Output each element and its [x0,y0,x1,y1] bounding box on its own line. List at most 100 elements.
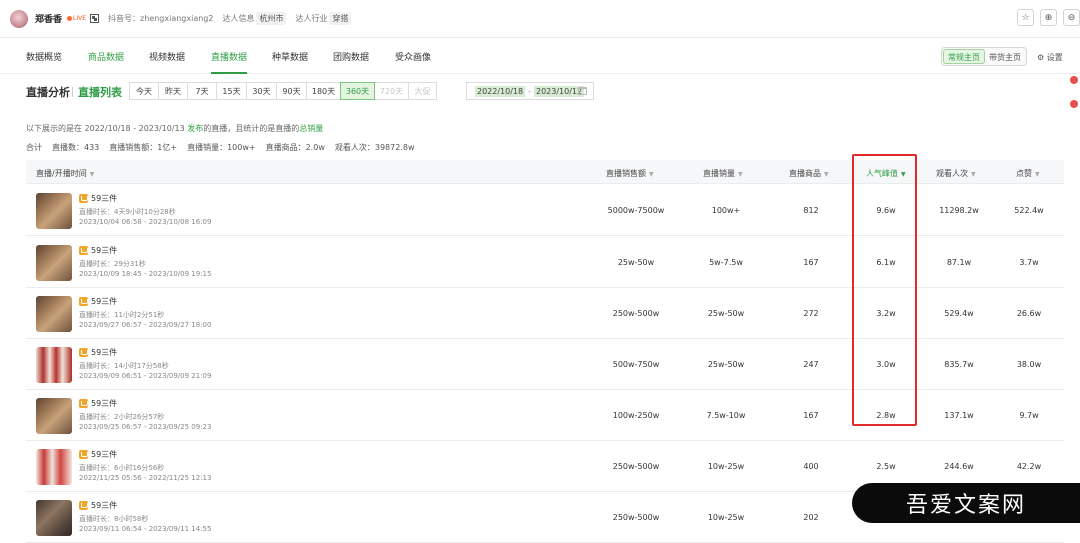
cell-viewers: 529.4w [944,309,974,318]
cell-volume: 100w+ [711,206,741,215]
sort-caret-icon: ▼ [89,171,95,178]
range-promo[interactable]: 大促 [408,82,437,100]
live-thumbnail[interactable] [36,500,72,536]
goods-label: 59三件 [79,193,117,204]
toggle-regular[interactable]: 常规主页 [943,49,985,64]
live-time: 2022/11/25 05:56 - 2022/11/25 12:13 [79,474,212,482]
goods-label: 59三件 [79,449,117,460]
live-time: 2023/09/25 06:57 - 2023/09/25 09:23 [79,423,212,431]
range-30d[interactable]: 30天 [246,82,277,100]
live-duration: 直播时长：2小时26分57秒 [79,413,165,421]
range-360d[interactable]: 360天 [340,82,375,100]
range-today[interactable]: 今天 [129,82,159,100]
live-thumbnail[interactable] [36,398,72,434]
star-icon[interactable]: ☆ [1017,9,1034,26]
column-header-products[interactable]: 直播商品 ▼ [789,168,829,179]
cell-likes: 9.7w [1019,411,1039,420]
shopping-bag-icon [79,501,88,510]
live-thumbnail[interactable] [36,245,72,281]
watermark: 吾爱文案网 [852,483,1080,523]
time-range-group: 今天 昨天 7天 15天 30天 90天 180天 360天 720天 大促 [129,82,437,100]
cell-likes: 3.7w [1019,258,1039,267]
live-thumbnail[interactable] [36,296,72,332]
tab-groupbuy[interactable]: 团购数据 [333,50,369,63]
column-header-likes[interactable]: 点赞 ▼ [1016,168,1040,179]
live-thumbnail[interactable] [36,347,72,383]
cell-products: 400 [803,462,819,471]
cell-amount: 250w-500w [612,513,660,522]
shopping-bag-icon [79,399,88,408]
range-720d[interactable]: 720天 [374,82,409,100]
tab-video[interactable]: 视频数据 [149,50,185,63]
range-15d[interactable]: 15天 [216,82,247,100]
cell-likes: 38.0w [1016,360,1042,369]
tab-goods[interactable]: 商品数据 [88,50,124,63]
tab-overview[interactable]: 数据概览 [26,50,62,63]
toggle-sales[interactable]: 带货主页 [985,49,1025,64]
live-duration: 直播时长：6小时16分56秒 [79,464,165,472]
sort-caret-icon: ▼ [649,171,654,178]
cell-products: 167 [803,411,819,420]
column-header-viewers[interactable]: 观看人次 ▼ [936,168,976,179]
range-yesterday[interactable]: 昨天 [158,82,188,100]
summary-total-label: 合计 [26,143,42,152]
live-time: 2023/09/09 06:51 - 2023/09/09 21:09 [79,372,212,380]
profile-bar: 郑香香 LIVE 抖音号：zhengxiangxiang2 达人信息 杭州市 达人… [0,0,1080,38]
desc-total-sales-link[interactable]: 总销量 [299,124,323,133]
creator-industry: 达人行业 穿搭 [295,12,352,25]
summary-viewers: 观看人次：39872.8w [334,143,415,152]
tab-seeding[interactable]: 种草数据 [272,50,308,63]
peak-column-highlight [852,154,917,426]
main-nav: 数据概览 商品数据 视频数据 直播数据 种草数据 团购数据 受众画像 [0,38,1080,74]
live-duration: 直播时长：4天9小时10分28秒 [79,208,176,216]
filter-description: 以下展示的是在 2022/10/18 - 2023/10/13 发布的直播，且统… [26,123,323,134]
cell-amount: 5000w-7500w [607,206,665,215]
column-label: 直播商品 [789,169,821,178]
edge-marker-icon [1070,76,1078,84]
live-label: LIVE [73,15,87,22]
qrcode-icon[interactable] [90,14,100,23]
cell-amount: 250w-500w [612,309,660,318]
title-divider [72,87,73,97]
summary-products: 直播商品：2.0w [265,143,325,152]
cell-products: 272 [803,309,819,318]
douyin-id: 抖音号：zhengxiangxiang2 [108,14,214,23]
add-icon[interactable]: ⊕ [1040,9,1057,26]
live-thumbnail[interactable] [36,449,72,485]
goods-text: 59三件 [91,399,118,408]
goods-label: 59三件 [79,398,117,409]
sort-caret-icon: ▼ [824,171,829,178]
settings-button[interactable]: ⚙ 设置 [1037,52,1063,63]
column-label: 直播销量 [703,169,735,178]
goods-text: 59三件 [91,297,118,306]
column-header-amount[interactable]: 直播销售额 ▼ [606,168,654,179]
range-7d[interactable]: 7天 [187,82,217,100]
industry-chip: 穿搭 [329,12,352,25]
tab-audience[interactable]: 受众画像 [395,50,431,63]
avatar[interactable] [10,9,28,28]
calendar-icon[interactable] [578,87,587,95]
cell-amount: 500w-750w [612,360,660,369]
range-90d[interactable]: 90天 [276,82,307,100]
cell-viewers: 835.7w [944,360,974,369]
date-range-picker[interactable]: 2022/10/18 - 2023/10/12 [466,82,594,100]
tab-live[interactable]: 直播数据 [211,50,247,63]
goods-label: 59三件 [79,500,117,511]
desc-publish-link[interactable]: 发布 [187,124,203,133]
cell-volume: 10w-25w [707,462,745,471]
cell-products: 247 [803,360,819,369]
live-icon [67,16,73,21]
settings-label: 设置 [1046,53,1063,62]
minus-icon[interactable]: ⊖ [1063,9,1080,26]
creator-info: 达人信息 杭州市 [222,12,287,25]
section-title: 直播分析 [26,86,70,99]
column-header-live[interactable]: 直播/开播时间 ▼ [36,168,94,179]
cell-amount: 25w-50w [617,258,655,267]
cell-viewers: 137.1w [944,411,974,420]
goods-text: 59三件 [91,246,118,255]
cell-amount: 250w-500w [612,462,660,471]
sort-caret-icon: ▼ [738,171,743,178]
column-header-volume[interactable]: 直播销量 ▼ [703,168,743,179]
live-thumbnail[interactable] [36,193,72,229]
range-180d[interactable]: 180天 [306,82,341,100]
